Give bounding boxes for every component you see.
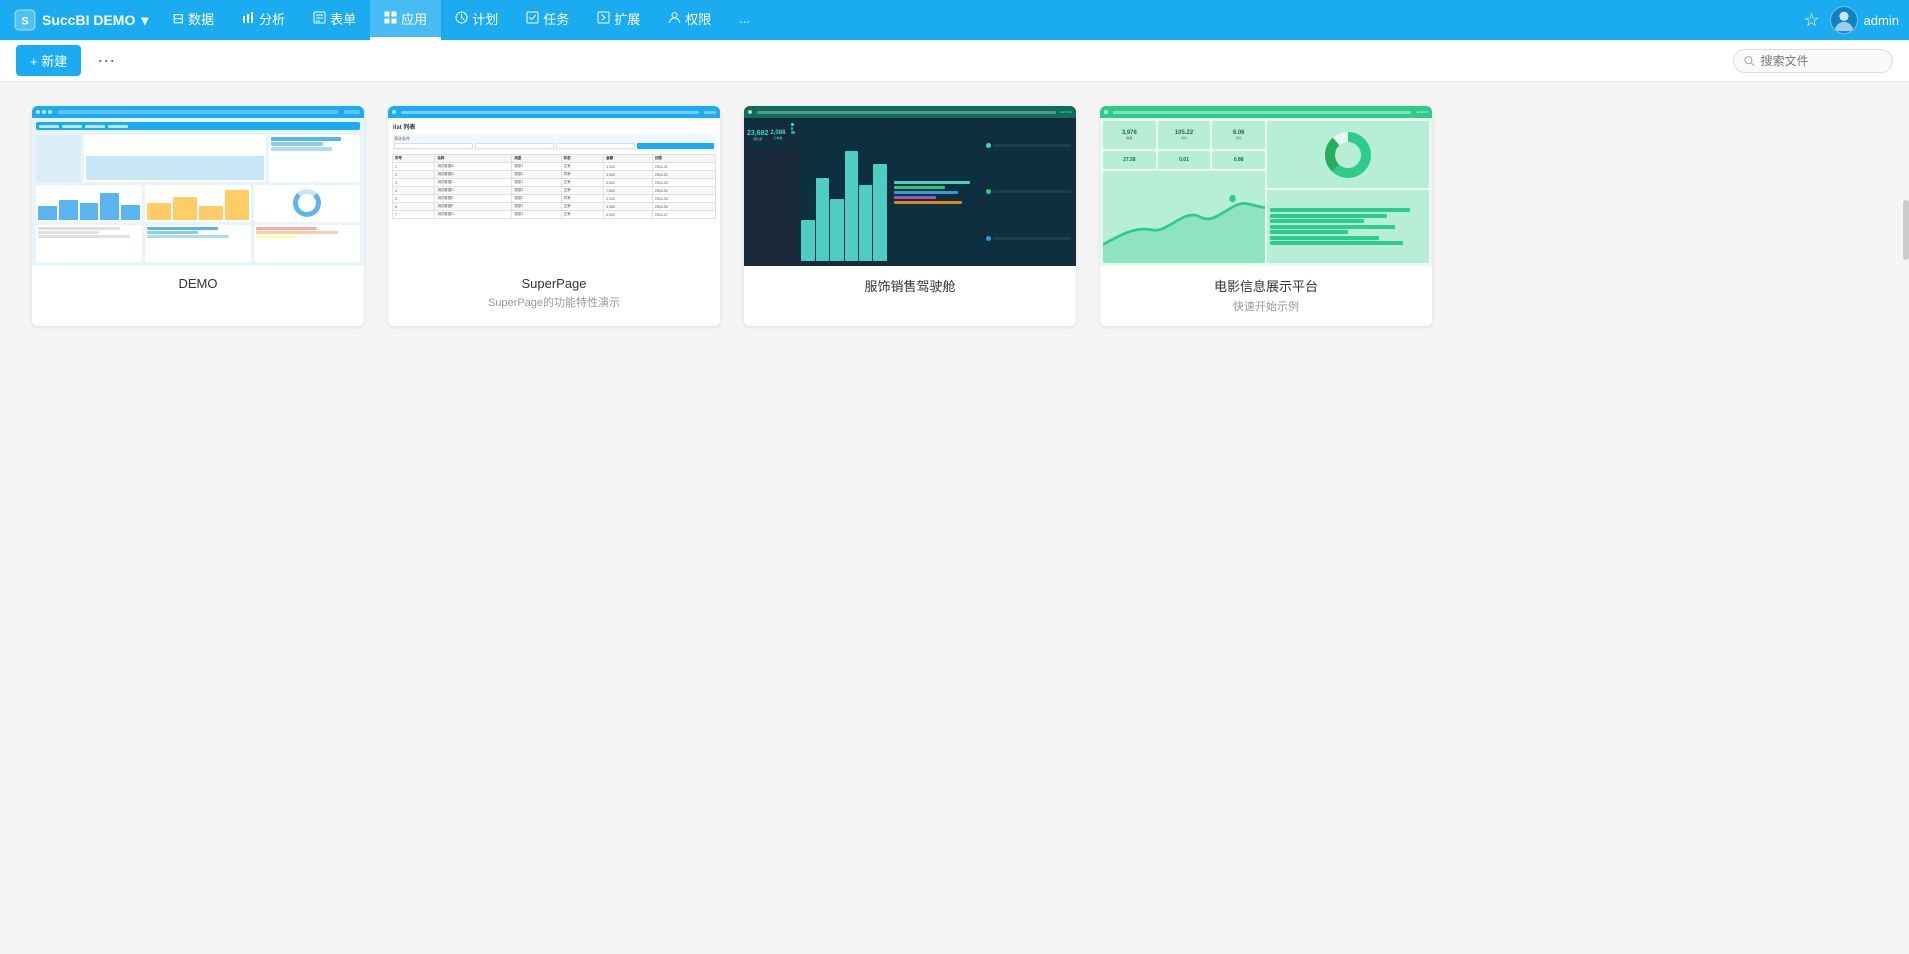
nav-analysis[interactable]: 分析 bbox=[228, 0, 299, 40]
svg-text:S: S bbox=[21, 16, 28, 28]
nav-more-label: ... bbox=[739, 11, 750, 26]
new-button[interactable]: + 新建 bbox=[16, 45, 81, 76]
card-fushi-title: 服饰销售驾驶舱 bbox=[756, 276, 1064, 295]
favorite-star-icon[interactable]: ☆ bbox=[1803, 10, 1819, 31]
search-box bbox=[1733, 49, 1893, 73]
card-movie-thumbnail: 12:30:02 3,976 数量 105.22 bbox=[1100, 106, 1432, 266]
avatar bbox=[1830, 6, 1858, 34]
card-movie-info: 电影信息展示平台 快速开始示例 bbox=[1100, 266, 1432, 326]
more-options-button[interactable]: ··· bbox=[89, 46, 123, 75]
nav-perm-label: 权限 bbox=[685, 9, 711, 28]
top-navigation: S SuccBI DEMO ▾ ⊟ 数据 分析 表单 应用 计划 任务 bbox=[0, 0, 1909, 40]
card-demo-title: DEMO bbox=[44, 276, 352, 291]
plan-icon bbox=[455, 11, 468, 27]
nav-perm[interactable]: 权限 bbox=[654, 0, 725, 40]
expand-icon bbox=[597, 11, 610, 27]
nav-more[interactable]: ... bbox=[725, 0, 764, 40]
user-name: admin bbox=[1864, 13, 1899, 28]
card-fushi-info: 服饰销售驾驶舱 bbox=[744, 266, 1076, 307]
card-fushi[interactable]: 14:17:11 23,682 销售额 2,088 订单数 bbox=[744, 106, 1076, 326]
cards-grid: DEMO list 列表 筛选条件 bbox=[32, 106, 1432, 326]
succbi-logo-icon: S bbox=[14, 9, 36, 31]
app-chevron: ▾ bbox=[141, 12, 148, 29]
main-content: DEMO list 列表 筛选条件 bbox=[0, 82, 1909, 954]
nav-data-label: 数据 bbox=[188, 9, 214, 28]
card-movie-subtitle: 快速开始示例 bbox=[1112, 298, 1420, 314]
card-fushi-thumbnail: 14:17:11 23,682 销售额 2,088 订单数 bbox=[744, 106, 1076, 266]
task-icon bbox=[526, 11, 539, 27]
perm-icon bbox=[668, 11, 681, 27]
card-superpage[interactable]: list 列表 筛选条件 bbox=[388, 106, 720, 326]
nav-app[interactable]: 应用 bbox=[370, 0, 441, 40]
scrollbar-handle[interactable] bbox=[1903, 200, 1909, 260]
card-demo-thumbnail bbox=[32, 106, 364, 266]
data-icon: ⊟ bbox=[172, 10, 184, 27]
form-icon bbox=[313, 11, 326, 27]
search-input[interactable] bbox=[1761, 54, 1882, 68]
nav-task-label: 任务 bbox=[543, 9, 569, 28]
card-movie[interactable]: 12:30:02 3,976 数量 105.22 bbox=[1100, 106, 1432, 326]
nav-expand-label: 扩展 bbox=[614, 9, 640, 28]
card-demo-info: DEMO bbox=[32, 266, 364, 303]
nav-form-label: 表单 bbox=[330, 9, 356, 28]
user-menu[interactable]: admin bbox=[1830, 6, 1899, 34]
search-icon bbox=[1744, 55, 1755, 67]
avatar-icon bbox=[1831, 6, 1857, 34]
nav-app-label: 应用 bbox=[401, 9, 427, 28]
analysis-icon bbox=[242, 11, 255, 27]
card-superpage-title: SuperPage bbox=[400, 276, 708, 291]
app-name: SuccBI DEMO bbox=[42, 12, 135, 28]
card-superpage-info: SuperPage SuperPage的功能特性演示 bbox=[388, 266, 720, 322]
nav-form[interactable]: 表单 bbox=[299, 0, 370, 40]
card-demo[interactable]: DEMO bbox=[32, 106, 364, 326]
nav-analysis-label: 分析 bbox=[259, 9, 285, 28]
app-logo[interactable]: S SuccBI DEMO ▾ bbox=[10, 9, 158, 31]
card-movie-title: 电影信息展示平台 bbox=[1112, 276, 1420, 295]
nav-plan-label: 计划 bbox=[472, 9, 498, 28]
toolbar: + 新建 ··· bbox=[0, 40, 1909, 82]
nav-right-section: ☆ admin bbox=[1803, 6, 1899, 34]
card-superpage-thumbnail: list 列表 筛选条件 bbox=[388, 106, 720, 266]
nav-data[interactable]: ⊟ 数据 bbox=[158, 0, 228, 40]
nav-expand[interactable]: 扩展 bbox=[583, 0, 654, 40]
app-icon bbox=[384, 11, 397, 27]
card-superpage-subtitle: SuperPage的功能特性演示 bbox=[400, 294, 708, 310]
nav-plan[interactable]: 计划 bbox=[441, 0, 512, 40]
nav-task[interactable]: 任务 bbox=[512, 0, 583, 40]
